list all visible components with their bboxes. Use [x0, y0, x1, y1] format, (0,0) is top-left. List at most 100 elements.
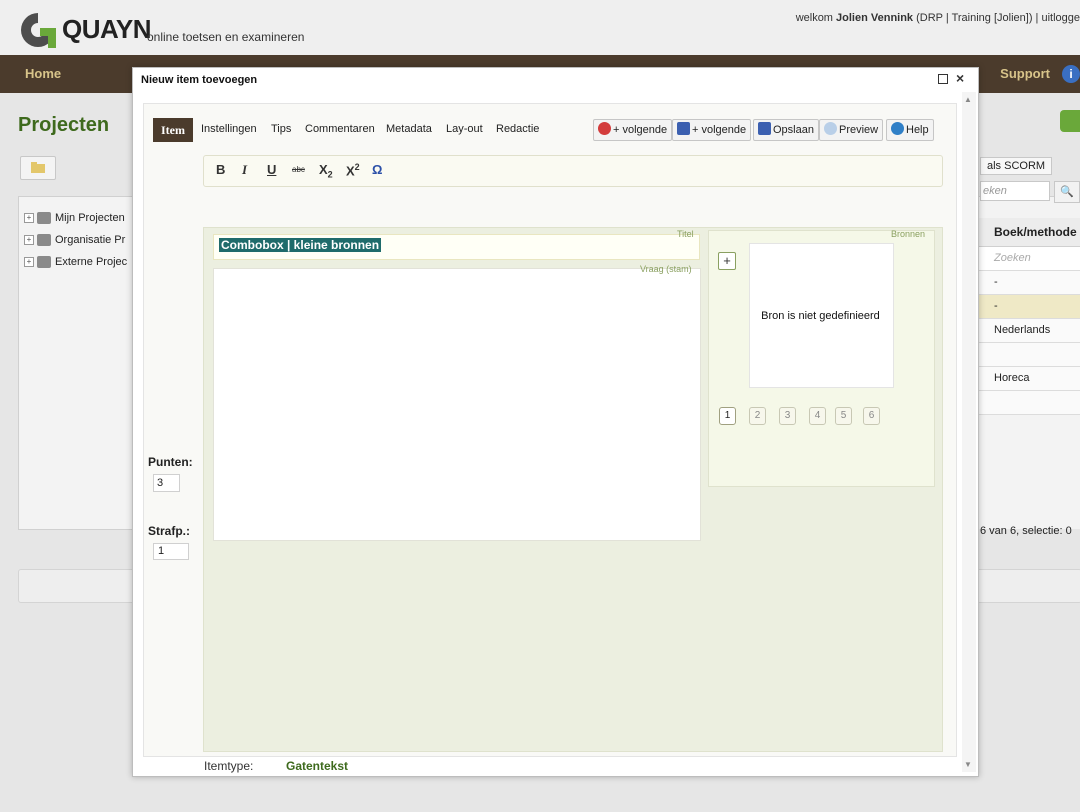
source-page-2[interactable]: 2 — [749, 407, 766, 425]
format-toolbar — [203, 155, 943, 187]
column-header-label: Boek/methode — [994, 225, 1077, 239]
add-source-button[interactable]: + — [718, 252, 736, 270]
tree-item-label: Organisatie Pr — [55, 234, 126, 246]
project-folder-icon — [37, 212, 51, 225]
tab-instellingen[interactable]: Instellingen — [201, 123, 257, 135]
page-title: Projecten — [18, 114, 110, 136]
nav-home-link[interactable]: Home — [25, 66, 61, 81]
tab-redactie[interactable]: Redactie — [496, 123, 539, 135]
title-value[interactable]: Combobox | kleine bronnen — [219, 238, 382, 252]
source-page-5[interactable]: 5 — [835, 407, 852, 425]
close-icon[interactable]: × — [956, 70, 964, 86]
logo-wordmark: QUAYN — [62, 14, 152, 44]
button-label: Help — [906, 124, 929, 136]
table-cell: - — [994, 276, 998, 288]
omega-icon[interactable]: Ω — [372, 162, 382, 177]
floppy-icon — [758, 122, 771, 135]
bold-button[interactable]: B — [216, 162, 225, 177]
save-next-button[interactable]: + volgende — [672, 119, 752, 141]
info-icon[interactable]: i — [1062, 65, 1080, 83]
column-header-boek[interactable]: Boek/methode — [978, 218, 1080, 247]
paging-info: 6 van 6, selectie: 0 — [980, 525, 1072, 537]
user-context[interactable]: (DRP | Training [Jolien]) | uitlogge — [913, 12, 1080, 24]
nav-support-link[interactable]: Support — [1000, 66, 1050, 81]
tree-item-mijn-projecten[interactable]: + Mijn Projecten — [24, 212, 125, 225]
expand-icon[interactable]: + — [24, 257, 34, 268]
search-icon[interactable]: 🔍 — [1054, 181, 1080, 203]
table-row-selected[interactable]: - — [978, 295, 1080, 319]
button-label: Opslaan — [773, 124, 814, 136]
tab-tips[interactable]: Tips — [271, 123, 291, 135]
penalty-input[interactable]: 1 — [153, 543, 189, 560]
table-row[interactable]: - — [978, 271, 1080, 295]
folder-button[interactable] — [20, 156, 56, 180]
itemtype-label: Itemtype: — [204, 759, 254, 773]
dialog-title: Nieuw item toevoegen — [141, 74, 258, 86]
superscript-index: 2 — [354, 162, 360, 172]
welcome-text: welkom Jolien Vennink (DRP | Training [J… — [796, 12, 1080, 24]
scroll-down-icon[interactable]: ▼ — [964, 760, 972, 769]
question-stem-editor[interactable] — [213, 268, 701, 541]
maximize-icon[interactable] — [938, 74, 948, 84]
dialog-scrollbar[interactable] — [962, 92, 976, 772]
logo-tagline: online toetsen en examineren — [147, 30, 305, 44]
table-row[interactable] — [978, 391, 1080, 415]
table-search-input[interactable]: eken — [980, 181, 1050, 201]
project-folder-icon — [37, 256, 51, 269]
superscript-button[interactable]: X2 — [346, 162, 360, 178]
table-row[interactable]: Nederlands — [978, 319, 1080, 343]
superscript-glyph: X — [346, 163, 355, 179]
help-button[interactable]: Help — [886, 119, 934, 141]
source-page-4[interactable]: 4 — [809, 407, 826, 425]
filter-placeholder: Zoeken — [994, 252, 1031, 264]
app-header — [0, 0, 1080, 55]
cancel-icon — [598, 122, 611, 135]
tree-item-organisatie[interactable]: + Organisatie Pr — [24, 234, 126, 247]
subscript-glyph: X — [319, 162, 328, 177]
penalty-label: Strafp.: — [148, 524, 190, 538]
table-cell: Nederlands — [994, 324, 1051, 336]
table-cell: Horeca — [994, 372, 1030, 384]
help-icon — [891, 122, 904, 135]
button-label: + volgende — [692, 124, 747, 136]
folder-icon — [31, 162, 45, 173]
sources-label: Bronnen — [891, 229, 926, 239]
project-tree — [18, 196, 140, 530]
tree-item-externe[interactable]: + Externe Projec — [24, 256, 128, 269]
tab-metadata[interactable]: Metadata — [386, 123, 432, 135]
source-page-6[interactable]: 6 — [863, 407, 880, 425]
table-row[interactable]: Horeca — [978, 367, 1080, 391]
itemtype-value: Gatentekst — [286, 759, 349, 773]
scorm-button[interactable]: als SCORM — [980, 157, 1053, 175]
cancel-next-button[interactable]: + volgende — [593, 119, 673, 141]
table-cell: - — [994, 300, 998, 312]
table-row[interactable] — [978, 343, 1080, 367]
tree-item-label: Mijn Projecten — [55, 212, 125, 224]
source-empty-text: Bron is niet gedefinieerd — [761, 310, 880, 322]
subscript-button[interactable]: X2 — [319, 162, 333, 180]
expand-icon[interactable]: + — [24, 235, 34, 246]
underline-button[interactable]: U — [267, 162, 276, 177]
scroll-up-icon[interactable]: ▲ — [964, 95, 972, 104]
floppy-icon — [677, 122, 690, 135]
source-page-1[interactable]: 1 — [719, 407, 736, 425]
user-name: Jolien Vennink — [836, 12, 914, 24]
strikethrough-button[interactable]: abc — [292, 165, 305, 174]
points-input[interactable]: 3 — [153, 474, 180, 492]
tab-layout[interactable]: Lay-out — [446, 123, 483, 135]
subscript-index: 2 — [327, 169, 333, 180]
save-button[interactable]: Opslaan — [753, 119, 819, 141]
tab-commentaren[interactable]: Commentaren — [305, 123, 375, 135]
tab-item[interactable]: Item — [153, 118, 193, 142]
expand-icon[interactable]: + — [24, 213, 34, 224]
question-stem-label: Vraag (stam) — [640, 264, 692, 274]
italic-button[interactable]: I — [242, 162, 247, 178]
preview-button[interactable]: Preview — [819, 119, 884, 141]
magnifier-icon — [824, 122, 837, 135]
button-label: + volgende — [613, 124, 668, 136]
tree-item-label: Externe Projec — [55, 256, 128, 268]
source-page-3[interactable]: 3 — [779, 407, 796, 425]
column-filter-input[interactable]: Zoeken — [978, 247, 1080, 271]
new-project-button[interactable] — [1060, 110, 1080, 132]
quayn-logo-icon — [21, 13, 56, 48]
